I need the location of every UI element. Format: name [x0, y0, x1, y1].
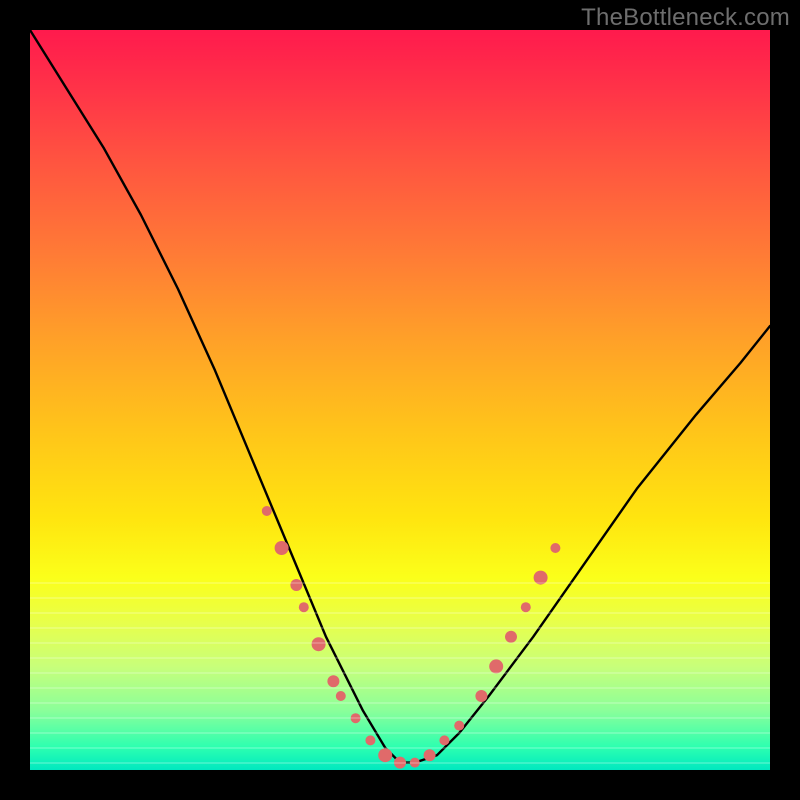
data-marker	[336, 691, 346, 701]
data-marker	[275, 541, 289, 555]
data-marker	[475, 690, 487, 702]
data-marker	[550, 543, 560, 553]
chart-frame: TheBottleneck.com	[0, 0, 800, 800]
data-marker	[299, 602, 309, 612]
curve-path	[30, 30, 770, 763]
data-marker	[327, 675, 339, 687]
data-marker	[521, 602, 531, 612]
data-marker	[290, 579, 302, 591]
data-marker	[262, 506, 272, 516]
data-marker	[365, 735, 375, 745]
data-marker	[439, 735, 449, 745]
data-marker	[534, 571, 548, 585]
data-marker	[394, 757, 406, 769]
watermark-text: TheBottleneck.com	[581, 4, 790, 32]
data-marker	[454, 721, 464, 731]
data-marker	[505, 631, 517, 643]
data-marker	[312, 637, 326, 651]
data-marker	[489, 659, 503, 673]
data-marker	[410, 758, 420, 768]
plot-area	[30, 30, 770, 770]
data-marker	[351, 713, 361, 723]
marker-group	[262, 506, 561, 769]
curve-svg	[30, 30, 770, 770]
data-marker	[378, 748, 392, 762]
bottleneck-curve	[30, 30, 770, 763]
data-marker	[424, 749, 436, 761]
